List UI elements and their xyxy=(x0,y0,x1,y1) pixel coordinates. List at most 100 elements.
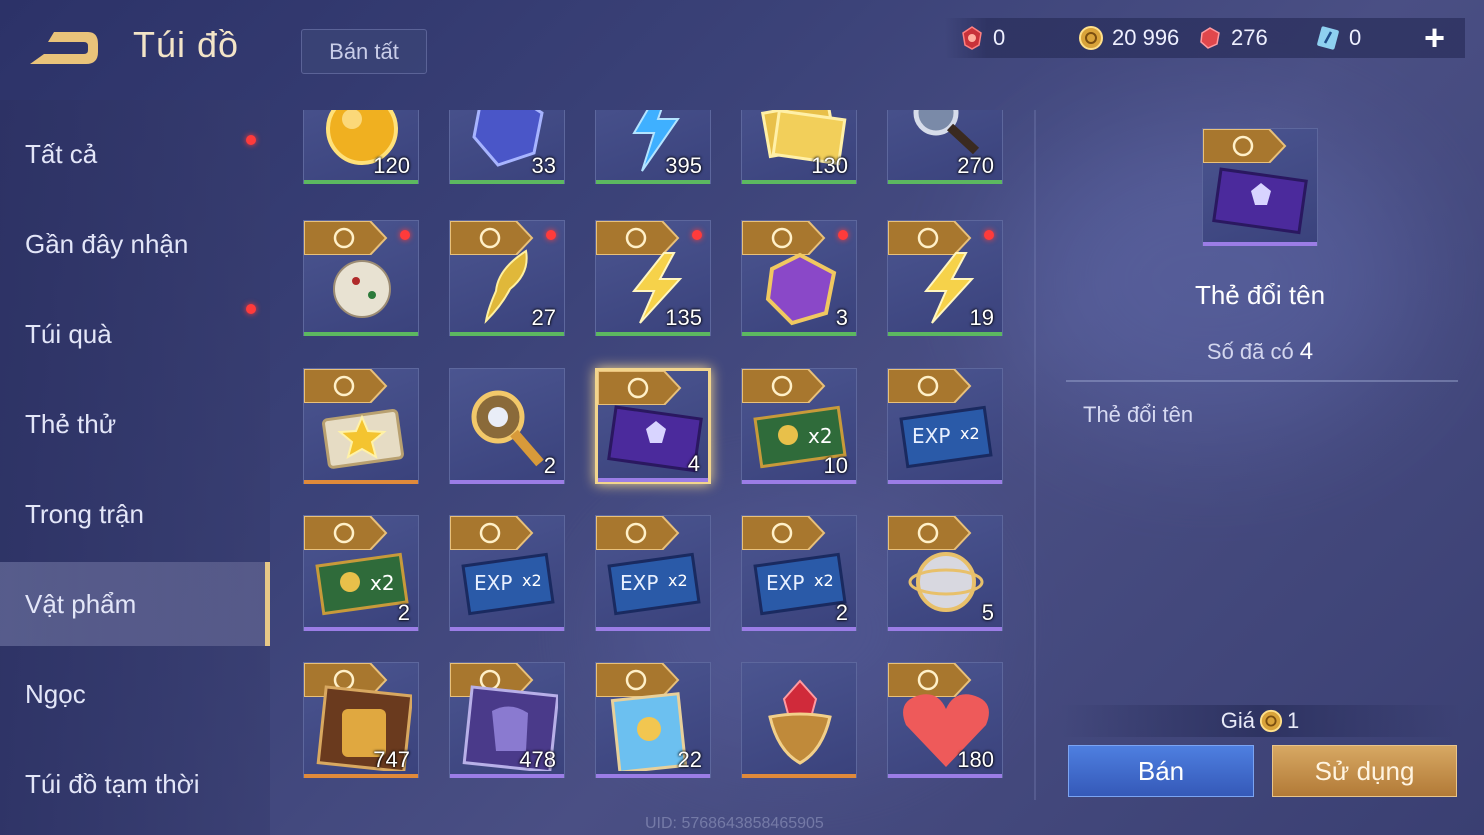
notification-dot xyxy=(246,135,256,145)
owned-count: Số đã có 4 xyxy=(1060,338,1460,366)
item-description: Thẻ đổi tên xyxy=(1083,402,1194,427)
exp-boost-card-icon: EXP x2 xyxy=(607,552,701,616)
item-slot-gold-feather[interactable]: 27 xyxy=(449,220,565,336)
ruby-crest-icon xyxy=(768,679,832,765)
item-slot-ruby-crest[interactable] xyxy=(741,662,857,778)
sidebar-item-label: Tất cả xyxy=(25,138,98,169)
item-slot-rename-card[interactable]: 4 xyxy=(595,368,711,484)
item-slot-star-ticket[interactable] xyxy=(303,368,419,484)
item-slot-exp-card[interactable]: EXP x2 xyxy=(887,368,1003,484)
item-slot-gold-x2-card[interactable]: x2 10 xyxy=(741,368,857,484)
item-count: 5 xyxy=(981,600,994,625)
sidebar-item-gems[interactable]: Ngọc xyxy=(0,652,270,736)
top-bar: Túi đồ Bán tất 0 20 996 276 0 + xyxy=(0,0,1484,100)
item-slot-exp-card-4[interactable]: EXP x2 2 xyxy=(741,515,857,631)
item-count: 130 xyxy=(811,153,848,178)
rarity-bar xyxy=(888,480,1002,484)
use-button[interactable]: Sử dụng xyxy=(1272,745,1457,797)
price-value: 1 xyxy=(1287,708,1300,733)
rarity-bar xyxy=(742,774,856,778)
add-currency-button[interactable]: + xyxy=(1424,20,1445,56)
selected-item-name: Thẻ đổi tên xyxy=(1194,280,1326,310)
currency-voucher: 0 xyxy=(1315,18,1361,58)
rarity-bar xyxy=(304,774,418,778)
sidebar-item-all[interactable]: Tất cả xyxy=(0,112,270,196)
selected-item-icon xyxy=(1202,128,1318,246)
item-slot-gold-armor[interactable]: 747 xyxy=(303,662,419,778)
item-count: 27 xyxy=(531,305,556,330)
item-slot-ornament[interactable] xyxy=(303,220,419,336)
star-ticket-icon xyxy=(322,408,404,469)
sidebar-item-trial-cards[interactable]: Thẻ thử xyxy=(0,382,270,466)
rarity-bar xyxy=(304,180,418,184)
sell-all-button[interactable]: Bán tất xyxy=(301,29,427,74)
rarity-bar xyxy=(304,627,418,631)
svg-text:x2: x2 xyxy=(960,424,980,443)
item-count: 10 xyxy=(823,453,848,478)
sidebar-item-gift-bag[interactable]: Túi quà xyxy=(0,292,270,376)
item-slot-blue-lightning[interactable]: 395 xyxy=(595,110,711,184)
item-slot-heart[interactable]: 180 xyxy=(887,662,1003,778)
currency-gem-value: 276 xyxy=(1231,25,1268,50)
item-slot-purple-helmet[interactable]: 478 xyxy=(449,662,565,778)
svg-text:x2: x2 xyxy=(808,424,833,448)
rarity-bar xyxy=(596,627,710,631)
item-count: 2 xyxy=(543,453,556,478)
svg-text:x2: x2 xyxy=(668,571,688,590)
rarity-bar xyxy=(742,480,856,484)
item-count: 4 xyxy=(687,451,700,476)
svg-text:EXP: EXP xyxy=(766,571,804,595)
sidebar-item-items[interactable]: Vật phẩm xyxy=(0,562,270,646)
price-row: Giá 1 xyxy=(1060,705,1460,737)
item-slot-globe[interactable]: 5 xyxy=(887,515,1003,631)
item-count: 135 xyxy=(665,305,702,330)
sidebar-item-label: Túi đồ tạm thời xyxy=(25,768,200,799)
sidebar-item-temp-bag[interactable]: Túi đồ tạm thời xyxy=(0,742,270,826)
rarity-bar xyxy=(742,180,856,184)
item-slot-purple-dice[interactable]: 3 xyxy=(741,220,857,336)
sidebar-item-recent[interactable]: Gần đây nhận xyxy=(0,202,270,286)
gold-coin-icon xyxy=(1079,26,1103,50)
svg-text:EXP: EXP xyxy=(912,424,950,448)
sell-button[interactable]: Bán xyxy=(1068,745,1254,797)
rarity-bar xyxy=(304,480,418,484)
panel-divider xyxy=(1034,110,1036,800)
rarity-bar xyxy=(742,627,856,631)
item-count: 747 xyxy=(373,747,410,772)
item-slot-sun-card[interactable]: 22 xyxy=(595,662,711,778)
red-gem-icon xyxy=(1200,27,1220,49)
item-slot-gold-x2-card-2[interactable]: x2 2 xyxy=(303,515,419,631)
inventory-grid: 120 33 395 130 270 27 135 3 19 2 4 x2 10… xyxy=(296,110,1016,790)
item-slot-gold-lightning[interactable]: 135 xyxy=(595,220,711,336)
item-slot-exp-card-3[interactable]: EXP x2 xyxy=(595,515,711,631)
item-count: 270 xyxy=(957,153,994,178)
rarity-bar xyxy=(888,332,1002,336)
item-slot-gold-tickets[interactable]: 130 xyxy=(741,110,857,184)
rarity-bar xyxy=(1203,242,1317,246)
rename-card-icon xyxy=(1212,167,1308,235)
item-count: 3 xyxy=(835,305,848,330)
page-title: Túi đồ xyxy=(133,24,240,65)
item-slot-gold-lightning-2[interactable]: 19 xyxy=(887,220,1003,336)
back-arrow-icon[interactable] xyxy=(24,26,102,70)
rarity-bar xyxy=(304,332,418,336)
item-slot-gold-orb[interactable]: 120 xyxy=(303,110,419,184)
item-count: 180 xyxy=(957,747,994,772)
currency-gold-value: 20 996 xyxy=(1112,25,1180,50)
exp-boost-card-icon: EXP x2 xyxy=(899,405,993,469)
sidebar-item-in-battle[interactable]: Trong trận xyxy=(0,472,270,556)
rarity-bar xyxy=(596,332,710,336)
rarity-bar xyxy=(598,478,708,482)
item-slot-blue-dice[interactable]: 33 xyxy=(449,110,565,184)
rarity-bar xyxy=(888,774,1002,778)
item-slot-gold-scepter[interactable]: 2 xyxy=(449,368,565,484)
item-count: 395 xyxy=(665,153,702,178)
sidebar-item-label: Gần đây nhận xyxy=(25,228,189,259)
sidebar-item-label: Thẻ thử xyxy=(25,408,117,439)
item-slot-exp-card-2[interactable]: EXP x2 xyxy=(449,515,565,631)
item-slot-magnifier[interactable]: 270 xyxy=(887,110,1003,184)
svg-text:EXP: EXP xyxy=(474,571,512,595)
rarity-bar xyxy=(888,627,1002,631)
blue-voucher-icon xyxy=(1317,26,1339,50)
rarity-bar xyxy=(450,180,564,184)
